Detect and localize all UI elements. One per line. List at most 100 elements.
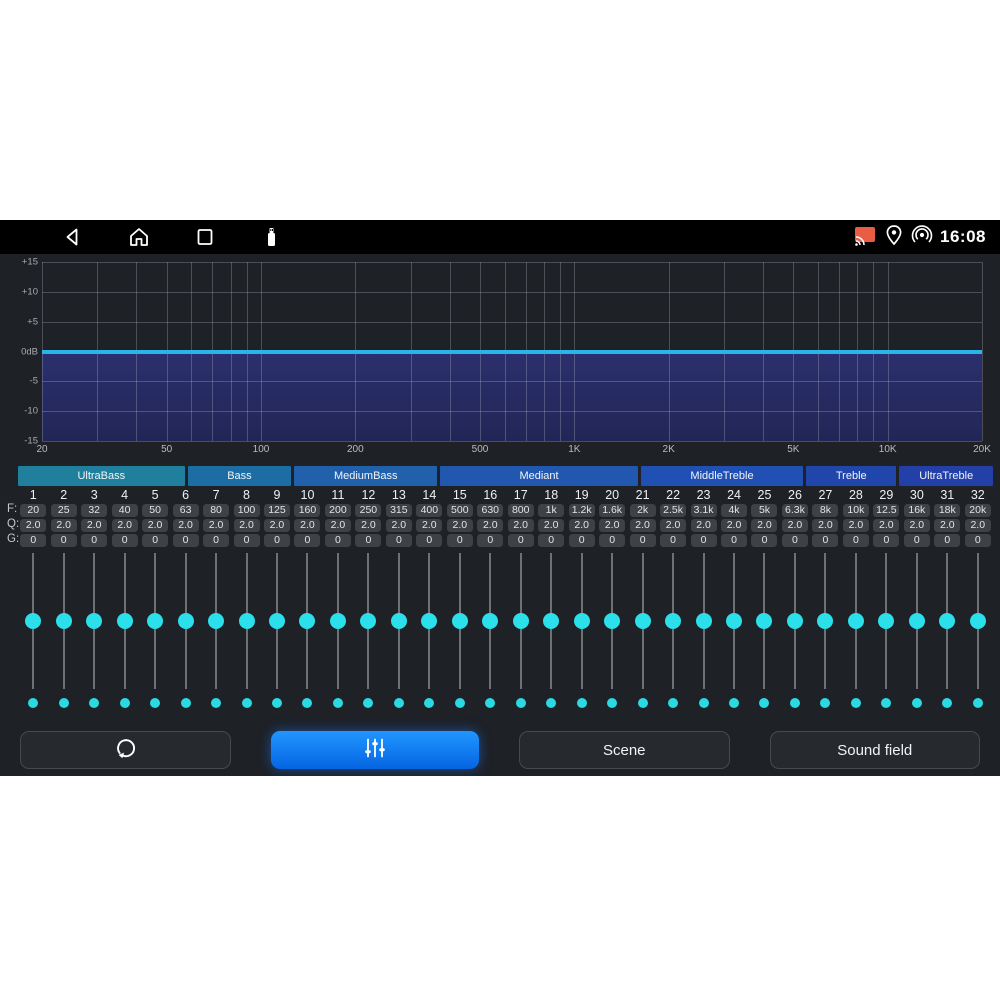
gain-slider[interactable] (109, 553, 139, 708)
reset-button[interactable] (20, 731, 231, 769)
slider-knob[interactable] (208, 613, 224, 629)
slider-knob[interactable] (665, 613, 681, 629)
slider-track[interactable] (337, 553, 339, 689)
slider-track[interactable] (489, 553, 491, 689)
slider-track[interactable] (246, 553, 248, 689)
home-icon[interactable] (127, 225, 151, 249)
gain-slider[interactable] (170, 553, 200, 708)
gain-slider[interactable] (292, 553, 322, 708)
gain-slider[interactable] (688, 553, 718, 708)
gain-slider[interactable] (566, 553, 596, 708)
slider-knob[interactable] (330, 613, 346, 629)
gain-slider[interactable] (749, 553, 779, 708)
gain-slider[interactable] (323, 553, 353, 708)
gain-slider[interactable] (902, 553, 932, 708)
slider-knob[interactable] (117, 613, 133, 629)
slider-track[interactable] (916, 553, 918, 689)
slider-knob[interactable] (178, 613, 194, 629)
slider-knob[interactable] (909, 613, 925, 629)
gain-slider[interactable] (384, 553, 414, 708)
recents-icon[interactable] (193, 225, 217, 249)
slider-track[interactable] (154, 553, 156, 689)
slider-track[interactable] (93, 553, 95, 689)
gain-slider[interactable] (79, 553, 109, 708)
slider-track[interactable] (398, 553, 400, 689)
slider-track[interactable] (763, 553, 765, 689)
gain-slider[interactable] (48, 553, 78, 708)
slider-knob[interactable] (604, 613, 620, 629)
slider-track[interactable] (794, 553, 796, 689)
slider-track[interactable] (855, 553, 857, 689)
slider-track[interactable] (124, 553, 126, 689)
slider-track[interactable] (428, 553, 430, 689)
slider-knob[interactable] (360, 613, 376, 629)
slider-knob[interactable] (970, 613, 986, 629)
slider-knob[interactable] (56, 613, 72, 629)
gain-slider[interactable] (536, 553, 566, 708)
slider-knob[interactable] (269, 613, 285, 629)
slider-knob[interactable] (513, 613, 529, 629)
slider-knob[interactable] (421, 613, 437, 629)
slider-track[interactable] (611, 553, 613, 689)
slider-knob[interactable] (391, 613, 407, 629)
slider-knob[interactable] (574, 613, 590, 629)
gain-slider[interactable] (871, 553, 901, 708)
slider-track[interactable] (642, 553, 644, 689)
slider-knob[interactable] (299, 613, 315, 629)
gain-slider[interactable] (627, 553, 657, 708)
gain-slider[interactable] (353, 553, 383, 708)
slider-track[interactable] (306, 553, 308, 689)
slider-track[interactable] (276, 553, 278, 689)
scene-button[interactable]: Scene (519, 731, 730, 769)
slider-track[interactable] (672, 553, 674, 689)
slider-knob[interactable] (482, 613, 498, 629)
gain-slider[interactable] (780, 553, 810, 708)
gain-slider[interactable] (231, 553, 261, 708)
slider-track[interactable] (550, 553, 552, 689)
gain-slider[interactable] (719, 553, 749, 708)
slider-track[interactable] (367, 553, 369, 689)
back-icon[interactable] (61, 225, 85, 249)
slider-knob[interactable] (239, 613, 255, 629)
slider-track[interactable] (459, 553, 461, 689)
gain-slider[interactable] (597, 553, 627, 708)
slider-knob[interactable] (452, 613, 468, 629)
slider-knob[interactable] (787, 613, 803, 629)
slider-knob[interactable] (939, 613, 955, 629)
slider-track[interactable] (32, 553, 34, 689)
gain-slider[interactable] (658, 553, 688, 708)
slider-track[interactable] (185, 553, 187, 689)
slider-track[interactable] (581, 553, 583, 689)
slider-knob[interactable] (147, 613, 163, 629)
slider-knob[interactable] (878, 613, 894, 629)
gain-slider[interactable] (414, 553, 444, 708)
gain-slider[interactable] (963, 553, 993, 708)
gain-slider[interactable] (506, 553, 536, 708)
gain-slider[interactable] (262, 553, 292, 708)
slider-track[interactable] (824, 553, 826, 689)
slider-track[interactable] (977, 553, 979, 689)
usb-device-icon[interactable] (259, 225, 283, 249)
gain-slider[interactable] (18, 553, 48, 708)
equalizer-tab-button[interactable] (271, 731, 480, 769)
slider-knob[interactable] (726, 613, 742, 629)
sound-field-button[interactable]: Sound field (770, 731, 981, 769)
slider-knob[interactable] (543, 613, 559, 629)
slider-track[interactable] (215, 553, 217, 689)
slider-knob[interactable] (86, 613, 102, 629)
slider-track[interactable] (946, 553, 948, 689)
gain-slider[interactable] (445, 553, 475, 708)
gain-slider[interactable] (810, 553, 840, 708)
slider-track[interactable] (703, 553, 705, 689)
gain-slider[interactable] (475, 553, 505, 708)
slider-knob[interactable] (817, 613, 833, 629)
slider-track[interactable] (885, 553, 887, 689)
slider-knob[interactable] (696, 613, 712, 629)
slider-track[interactable] (520, 553, 522, 689)
slider-knob[interactable] (25, 613, 41, 629)
gain-slider[interactable] (140, 553, 170, 708)
slider-knob[interactable] (756, 613, 772, 629)
gain-slider[interactable] (201, 553, 231, 708)
slider-knob[interactable] (635, 613, 651, 629)
slider-track[interactable] (63, 553, 65, 689)
